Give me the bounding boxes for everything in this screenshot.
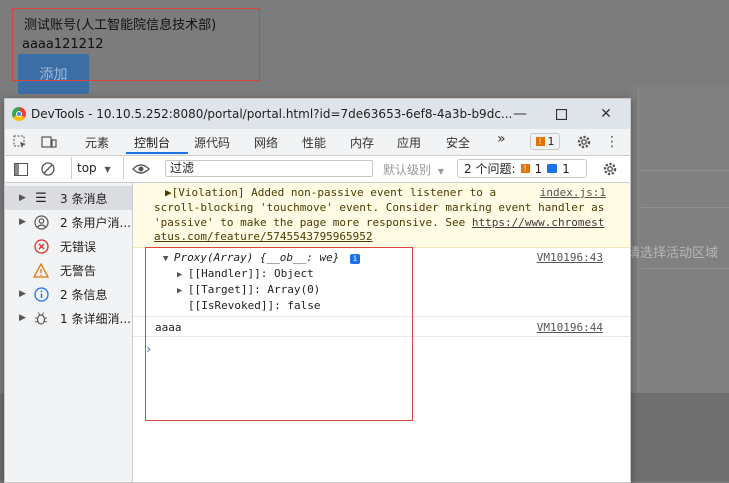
info-badge-icon [547, 164, 558, 173]
tab-console[interactable]: 控制台 [134, 134, 170, 151]
console-sidebar: ▶ ☰ 3 条消息 ▶ 2 条用户消... 无错误 无警告 ▶ 2 条信息 ▶ … [5, 183, 133, 482]
devtools-tabbar: 元素 控制台 源代码 网络 性能 内存 应用 安全 » ! 1 ⋮ [5, 129, 630, 156]
user-icon [33, 214, 49, 230]
violation-url-link-continued[interactable]: atus.com/feature/5745543795965952 [154, 230, 373, 243]
inspect-element-icon[interactable] [12, 134, 28, 150]
sidebar-item-messages[interactable]: ▶ ☰ 3 条消息 [5, 186, 132, 210]
sidebar-item-label: 无警告 [60, 263, 97, 278]
right-divider [638, 170, 729, 171]
log-levels-label: 默认级别 [383, 163, 432, 177]
expand-arrow-icon: ▶ [19, 217, 26, 227]
expand-arrow-icon: ▶ [19, 289, 26, 299]
violation-line-text: 'passive' to make the page more responsi… [154, 216, 466, 229]
chevron-down-icon: ▼ [437, 167, 444, 176]
violation-source-link[interactable]: index.js:1 [540, 186, 606, 199]
tab-elements[interactable]: 元素 [85, 134, 109, 151]
sidebar-item-label: 2 条用户消... [60, 215, 131, 230]
maximize-icon[interactable] [551, 104, 571, 124]
issues-label: 2 个问题: [464, 162, 516, 176]
active-tab-indicator [126, 152, 188, 154]
chevron-down-icon: ▼ [104, 165, 111, 174]
sidebar-item-info[interactable]: ▶ 2 条信息 [5, 282, 132, 306]
violation-url-link[interactable]: https://www.chromest [472, 216, 604, 229]
more-menu-icon[interactable]: ⋮ [605, 133, 619, 151]
settings-gear-icon[interactable] [575, 133, 593, 151]
sidebar-toggle-icon[interactable] [13, 161, 29, 177]
issues-counter-button[interactable]: ! 1 [530, 133, 560, 150]
sidebar-item-label: 2 条信息 [60, 287, 108, 302]
warning-badge-icon: ! [535, 137, 545, 146]
right-card [638, 87, 729, 393]
issues-info-count: 1 [562, 161, 570, 176]
console-toolbar: top ▼ 过滤 默认级别 ▼ 2 个问题: ! 1 1 [5, 156, 630, 183]
tab-security[interactable]: 安全 [446, 134, 470, 151]
violation-line: 'passive' to make the page more responsi… [154, 216, 604, 229]
chrome-logo-icon [12, 107, 26, 121]
issues-warn-count: 1 [534, 161, 543, 176]
proxy-source-link[interactable]: VM10196:43 [537, 251, 603, 264]
expand-arrow-icon: ▶ [19, 193, 26, 203]
sidebar-item-user-messages[interactable]: ▶ 2 条用户消... [5, 210, 132, 234]
close-icon[interactable]: ✕ [596, 104, 616, 124]
tab-performance[interactable]: 性能 [302, 134, 326, 151]
toolbar-divider [71, 157, 72, 179]
error-icon [33, 238, 49, 254]
warning-badge-icon: ! [520, 164, 530, 173]
sidebar-item-verbose[interactable]: ▶ 1 条详细消... [5, 306, 132, 330]
list-icon: ☰ [35, 190, 47, 206]
violation-message[interactable]: ▶[Violation] Added non-passive event lis… [133, 183, 630, 248]
right-divider [638, 268, 729, 269]
window-title: DevTools - 10.10.5.252:8080/portal/porta… [31, 107, 513, 121]
sidebar-item-warnings[interactable]: 无警告 [5, 258, 132, 282]
issues-button[interactable]: 2 个问题: ! 1 1 [457, 159, 587, 178]
tab-sources[interactable]: 源代码 [194, 134, 230, 151]
tab-network[interactable]: 网络 [254, 134, 278, 151]
highlight-box-account [12, 8, 260, 81]
tab-memory[interactable]: 内存 [350, 134, 374, 151]
highlight-box-console [145, 247, 413, 421]
area-select-hint[interactable]: 请选择活动区域 [627, 242, 718, 261]
log-levels-dropdown[interactable]: 默认级别 ▼ [383, 161, 444, 178]
devtools-titlebar: DevTools - 10.10.5.252:8080/portal/porta… [5, 99, 630, 129]
info-icon [33, 286, 49, 302]
live-expression-eye-icon[interactable] [131, 161, 151, 177]
tab-application[interactable]: 应用 [397, 134, 421, 151]
clear-console-icon[interactable] [40, 161, 56, 177]
console-settings-gear-icon[interactable] [601, 160, 619, 178]
warning-icon [33, 262, 49, 278]
minimize-icon[interactable]: — [510, 104, 530, 124]
log-source-link[interactable]: VM10196:44 [537, 321, 603, 334]
device-toolbar-icon[interactable] [41, 134, 57, 150]
violation-line: ▶[Violation] Added non-passive event lis… [165, 186, 497, 199]
right-divider [638, 207, 729, 208]
context-select-value: top [77, 161, 97, 175]
violation-line: scroll-blocking 'touchmove' event. Consi… [154, 201, 605, 214]
bug-icon [33, 310, 49, 326]
issues-counter-value: 1 [547, 135, 555, 148]
toolbar-divider [123, 157, 124, 179]
more-tabs-icon[interactable]: » [497, 131, 506, 147]
context-select[interactable]: top ▼ [77, 161, 111, 175]
sidebar-item-label: 3 条消息 [60, 191, 108, 206]
sidebar-item-errors[interactable]: 无错误 [5, 234, 132, 258]
filter-input[interactable]: 过滤 [165, 160, 373, 177]
expand-arrow-icon: ▶ [19, 313, 26, 323]
sidebar-item-label: 无错误 [60, 239, 97, 254]
sidebar-item-label: 1 条详细消... [60, 311, 131, 326]
